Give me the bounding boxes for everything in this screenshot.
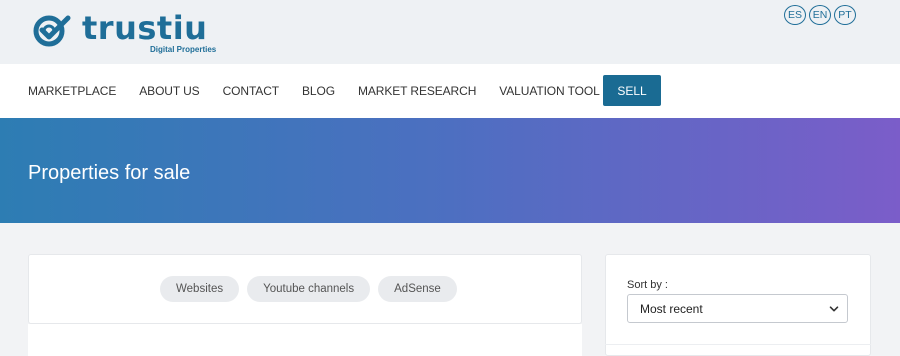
hero-banner: Properties for sale <box>0 118 900 223</box>
logo[interactable]: trustiu Digital Properties <box>32 8 232 58</box>
page-title: Properties for sale <box>28 162 191 184</box>
brand-name: trustiu <box>82 9 208 47</box>
chevron-down-icon <box>829 306 839 312</box>
lang-en-button[interactable]: EN <box>809 5 831 25</box>
sort-selected-value: Most recent <box>640 301 703 316</box>
category-filters: Websites Youtube channels AdSense <box>160 276 457 302</box>
sort-card-divider <box>605 344 871 345</box>
language-switcher: ES EN PT <box>784 5 856 25</box>
nav-about-us[interactable]: ABOUT US <box>139 84 199 98</box>
top-bar: trustiu Digital Properties ES EN PT <box>0 0 900 64</box>
nav-contact[interactable]: CONTACT <box>223 84 280 98</box>
filter-chip-websites[interactable]: Websites <box>160 276 240 302</box>
nav-valuation-tool[interactable]: VALUATION TOOL <box>499 84 600 98</box>
filter-chip-youtube-channels[interactable]: Youtube channels <box>247 276 371 302</box>
lang-es-button[interactable]: ES <box>784 5 806 25</box>
nav-blog[interactable]: BLOG <box>302 84 335 98</box>
sell-button[interactable]: SELL <box>603 75 661 106</box>
check-shield-logo-icon <box>33 15 71 47</box>
sort-label: Sort by : <box>627 279 668 291</box>
sort-select[interactable]: Most recent <box>627 294 848 323</box>
listing-area <box>28 324 582 356</box>
main-nav: MARKETPLACE ABOUT US CONTACT BLOG MARKET… <box>0 64 900 118</box>
nav-market-research[interactable]: MARKET RESEARCH <box>358 84 476 98</box>
filter-chip-adsense[interactable]: AdSense <box>378 276 457 302</box>
nav-marketplace[interactable]: MARKETPLACE <box>28 84 116 98</box>
brand-tagline: Digital Properties <box>150 45 217 54</box>
lang-pt-button[interactable]: PT <box>834 5 856 25</box>
